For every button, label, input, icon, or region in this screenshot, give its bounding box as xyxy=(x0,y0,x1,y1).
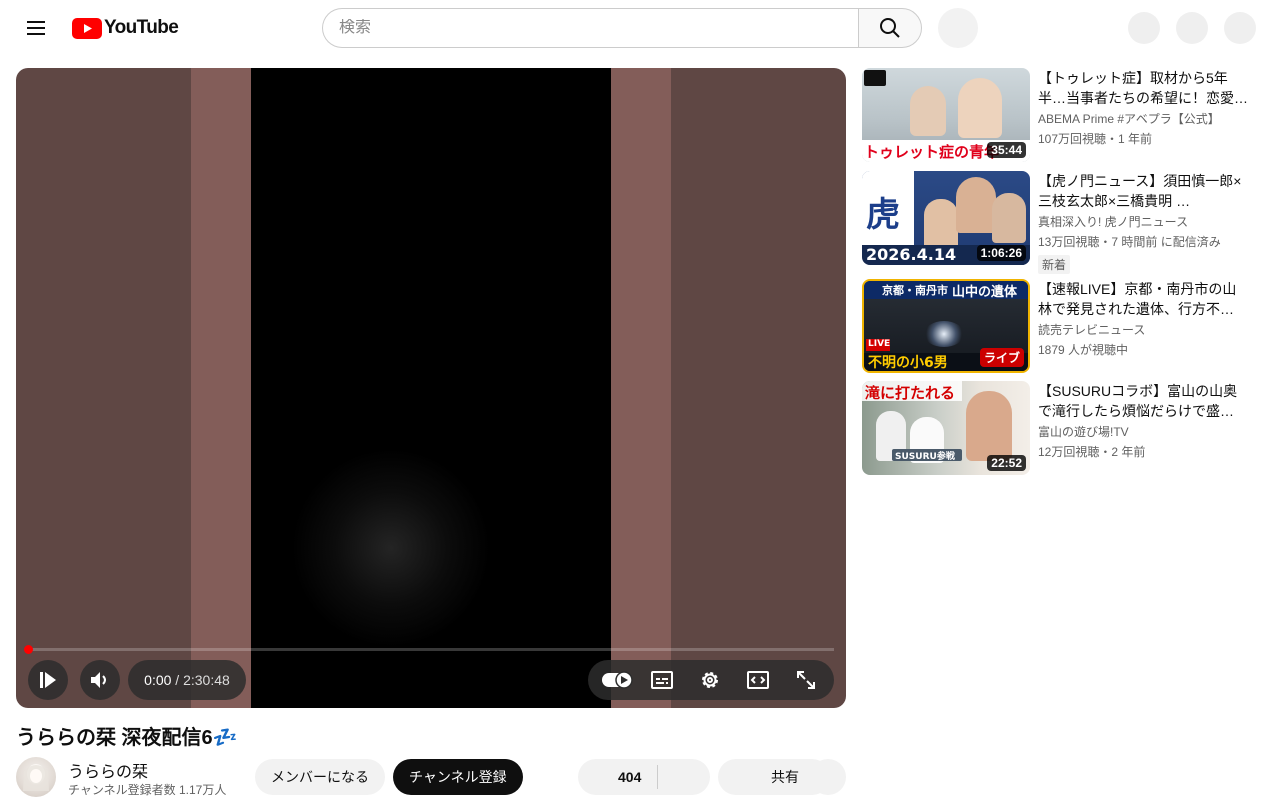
masthead: YouTube xyxy=(0,0,1280,56)
player-side-band-left xyxy=(191,68,251,708)
search-button[interactable] xyxy=(858,8,922,48)
recommendation-channel[interactable]: 富山の遊び場!TV xyxy=(1038,423,1129,440)
flash-light-glow xyxy=(924,321,964,347)
person-figure-3 xyxy=(992,193,1026,243)
recommendation-title[interactable]: 【虎ノ門ニュース】須田慎一郎×三枝玄太郎×三橋貴明 … xyxy=(1038,171,1248,211)
share-label: 共有 xyxy=(771,769,799,785)
player-side-band-right xyxy=(611,68,671,708)
theater-mode-icon xyxy=(747,671,769,689)
search-box[interactable] xyxy=(322,8,859,48)
person-figure-left xyxy=(910,86,946,136)
recommendation-channel[interactable]: 真相深入り! 虎ノ門ニュース xyxy=(1038,213,1188,230)
recommendation-thumbnail[interactable]: トゥレット症の青年 35:44 xyxy=(862,68,1030,162)
progress-scrubber[interactable] xyxy=(24,645,33,654)
recommendation-item[interactable]: 京都・南丹市 山中の遺体 LIVE 不明の小6男 ライブ 【速報LIVE】京都・… xyxy=(862,279,1252,373)
recommendation-channel[interactable]: ABEMA Prime #アベプラ【公式】 xyxy=(1038,110,1220,127)
recommendation-thumbnail[interactable]: 滝に打たれる SUSURU参戦 22:52 xyxy=(862,381,1030,475)
person-figure-2 xyxy=(956,177,996,233)
search-input[interactable] xyxy=(339,19,859,37)
recommendation-item[interactable]: 滝に打たれる SUSURU参戦 22:52 【SUSURUコラボ】富山の山奥で滝… xyxy=(862,381,1252,475)
current-time: 0:00 xyxy=(144,672,172,688)
fullscreen-button[interactable] xyxy=(782,660,830,700)
recommendation-channel[interactable]: 読売テレビニュース xyxy=(1038,321,1145,338)
channel-name[interactable]: うららの栞 xyxy=(68,758,148,782)
settings-button[interactable] xyxy=(686,660,734,700)
voice-search-button[interactable] xyxy=(938,8,978,48)
notifications-button[interactable] xyxy=(1176,12,1208,44)
logo-wordmark: YouTube xyxy=(104,17,179,38)
dislike-button[interactable] xyxy=(658,759,710,795)
channel-avatar[interactable] xyxy=(16,757,56,797)
guide-menu-button[interactable] xyxy=(16,8,56,48)
video-duration: 2:30:48 xyxy=(183,672,230,688)
video-title: うららの栞 深夜配信6💤 xyxy=(16,727,238,749)
time-separator: / xyxy=(171,672,184,688)
recommendation-item[interactable]: トゥレット症の青年 35:44 【トゥレット症】取材から5年半…当事者たちの希望… xyxy=(862,68,1252,162)
recommendation-title[interactable]: 【SUSURUコラボ】富山の山奥で滝行したら煩悩だらけで盛… xyxy=(1038,381,1248,421)
thumb-kanji: 虎 xyxy=(866,195,900,235)
person-figure-1 xyxy=(924,199,958,249)
create-button[interactable] xyxy=(1128,12,1160,44)
thumb-date: 2026.4.14 xyxy=(866,245,957,264)
thumb-caption: 滝に打たれる xyxy=(865,384,956,402)
thumb-location: 京都・南丹市 xyxy=(882,284,948,297)
player-right-controls xyxy=(588,660,834,700)
search-icon xyxy=(880,18,900,38)
recommendation-meta: 12万回視聴・2 年前 xyxy=(1038,445,1146,459)
recommendation-thumbnail[interactable]: 虎 2026.4.14 1:06:26 xyxy=(862,171,1030,265)
video-duration-badge: 35:44 xyxy=(987,142,1026,158)
live-badge: ライブ xyxy=(979,348,1024,367)
channel-avatar-illustration xyxy=(23,764,49,791)
video-duration-badge: 1:06:26 xyxy=(976,245,1026,261)
recommendation-title[interactable]: 【速報LIVE】京都・南丹市の山林で発見された遺体、行方不… xyxy=(1038,279,1248,319)
hamburger-menu-icon xyxy=(27,21,45,35)
video-frame[interactable] xyxy=(251,68,611,708)
abema-news-logo-icon xyxy=(864,70,886,86)
play-icon xyxy=(40,672,56,688)
thumb-tag: SUSURU参戦 xyxy=(895,452,955,462)
thumb-bottom-caption: 不明の小6男 xyxy=(868,355,948,371)
video-player[interactable]: 0:00 / 2:30:48 xyxy=(16,68,846,708)
gear-icon xyxy=(702,672,718,688)
youtube-logo[interactable]: YouTube xyxy=(72,17,179,39)
thumb-live-tag: LIVE xyxy=(868,339,891,349)
more-actions-button[interactable] xyxy=(810,759,846,795)
autoplay-toggle[interactable] xyxy=(594,660,642,700)
owner-row: うららの栞 チャンネル登録者数 1.17万人 メンバーになる チャンネル登録 4… xyxy=(16,757,846,797)
recommendation-meta: 13万回視聴・7 時間前 に配信済み xyxy=(1038,235,1221,249)
like-dislike-group: 404 xyxy=(578,759,710,795)
person-figure-3 xyxy=(966,391,1012,461)
recommendation-meta: 1879 人が視聴中 xyxy=(1038,343,1129,357)
join-membership-button[interactable]: メンバーになる xyxy=(255,759,385,795)
fullscreen-icon xyxy=(797,671,815,689)
subscribe-button[interactable]: チャンネル登録 xyxy=(393,759,523,795)
subtitles-button[interactable] xyxy=(638,660,686,700)
volume-icon xyxy=(91,672,106,688)
theater-mode-button[interactable] xyxy=(734,660,782,700)
mute-button[interactable] xyxy=(80,660,120,700)
account-avatar[interactable] xyxy=(1224,12,1256,44)
progress-bar[interactable] xyxy=(28,648,834,651)
thumb-caption: トゥレット症の青年 xyxy=(864,143,1000,161)
like-count: 404 xyxy=(618,769,642,785)
new-badge: 新着 xyxy=(1038,255,1071,274)
subscriber-count: チャンネル登録者数 1.17万人 xyxy=(68,783,227,797)
thumb-headline: 山中の遺体 xyxy=(952,285,1018,300)
time-display: 0:00 / 2:30:48 xyxy=(128,660,246,700)
play-button[interactable] xyxy=(28,660,68,700)
subtitles-icon xyxy=(651,671,673,689)
youtube-play-logo-icon xyxy=(72,17,102,39)
video-dim-subject xyxy=(291,448,491,648)
recommendation-meta: 107万回視聴・1 年前 xyxy=(1038,132,1153,146)
recommendation-item[interactable]: 虎 2026.4.14 1:06:26 【虎ノ門ニュース】須田慎一郎×三枝玄太郎… xyxy=(862,171,1252,274)
autoplay-toggle-icon xyxy=(602,671,633,689)
person-figure-right xyxy=(958,78,1002,138)
recommendation-title[interactable]: 【トゥレット症】取材から5年半…当事者たちの希望に！恋愛… xyxy=(1038,68,1248,108)
video-duration-badge: 22:52 xyxy=(987,455,1026,471)
recommendation-thumbnail[interactable]: 京都・南丹市 山中の遺体 LIVE 不明の小6男 ライブ xyxy=(862,279,1030,373)
